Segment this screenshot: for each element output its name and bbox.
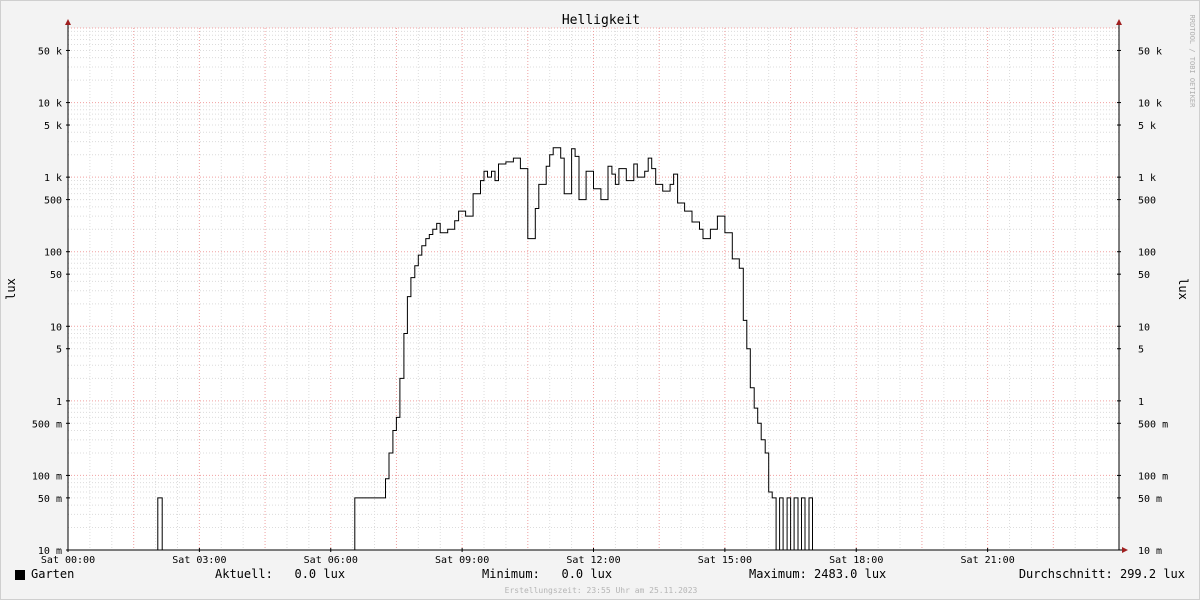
y-tick-label-right: 5	[1138, 345, 1144, 356]
y-tick-label-left: 5 k	[44, 121, 62, 132]
y-tick-label-right: 500 m	[1138, 419, 1168, 430]
y-tick-label-left: 10	[50, 322, 62, 333]
y-tick-label-left: 500	[44, 196, 62, 207]
y-tick-label-right: 50	[1138, 270, 1150, 281]
y-tick-label-right: 10 k	[1138, 99, 1162, 110]
y-tick-label-right: 50 k	[1138, 46, 1162, 57]
x-axis-arrow	[1122, 547, 1128, 553]
x-tick-label: Sat 12:00	[566, 555, 620, 566]
y-tick-label-left: 1	[56, 397, 62, 408]
y-tick-label-left: 50	[50, 270, 62, 281]
y-axis-arrow-right	[1116, 19, 1122, 25]
legend-series-name: Garten	[31, 567, 75, 581]
y-tick-label-left: 10 k	[38, 99, 62, 110]
y-tick-label-right: 1 k	[1138, 173, 1156, 184]
x-tick-label: Sat 21:00	[961, 555, 1015, 566]
legend-swatch-garten	[15, 570, 25, 580]
x-tick-label: Sat 03:00	[172, 555, 226, 566]
x-ticks: Sat 00:00 Sat 03:00 Sat 06:00 Sat 09:00 Sat …	[41, 548, 1015, 566]
legend-minimum: Minimum: 0.0 lux	[482, 567, 613, 581]
y-tick-label-right: 50 m	[1138, 494, 1162, 505]
x-tick-label: Sat 18:00	[829, 555, 883, 566]
legend: Garten Aktuell: 0.0 lux Minimum: 0.0 lux…	[1, 567, 1200, 585]
y-tick-label-left: 1 k	[44, 173, 62, 184]
x-tick-label: Sat 06:00	[304, 555, 358, 566]
y-axis-arrow-left	[65, 19, 71, 25]
x-tick-label: Sat 09:00	[435, 555, 489, 566]
y-tick-label-right: 100	[1138, 248, 1156, 259]
y-axis-label-right: lux	[1176, 278, 1190, 300]
creation-timestamp: Erstellungszeit: 23:55 Uhr am 25.11.2023	[504, 586, 698, 595]
chart-title: Helligkeit	[562, 13, 640, 28]
legend-maximum: Maximum: 2483.0 lux	[749, 567, 887, 581]
y-tick-label-right: 1	[1138, 397, 1144, 408]
y-ticks-left: 10 m50 m100 m500 m1510501005001 k5 k10 k…	[32, 46, 70, 557]
y-tick-label-left: 500 m	[32, 419, 62, 430]
chart-frame: 10 m 50 m 100 m 500 m 1 5 10 50 100 500 1 k 5 k 10 k…	[0, 0, 1200, 600]
y-tick-label-right: 500	[1138, 196, 1156, 207]
y-tick-label-right: 100 m	[1138, 471, 1168, 482]
legend-current: Aktuell: 0.0 lux	[215, 567, 346, 581]
y-tick-label-left: 5	[56, 345, 62, 356]
y-tick-label-right: 10 m	[1138, 546, 1162, 557]
y-tick-label-left: 100	[44, 248, 62, 259]
x-tick-label: Sat 00:00	[41, 555, 95, 566]
y-tick-label-right: 10	[1138, 322, 1150, 333]
x-tick-label: Sat 15:00	[698, 555, 752, 566]
y-tick-label-left: 50 m	[38, 494, 62, 505]
y-axis-label-left: lux	[4, 278, 18, 300]
y-ticks-right: 10 m 50 m 100 m 500 m 1 5 10 50 100 500 1 k 5 k 10 k…	[1117, 46, 1168, 557]
legend-average: Durchschnitt: 299.2 lux	[1018, 567, 1185, 581]
y-tick-label-left: 100 m	[32, 471, 62, 482]
rrdtool-watermark: RRDTOOL / TOBI OETIKER	[1188, 15, 1196, 109]
brightness-chart: 10 m 50 m 100 m 500 m 1 5 10 50 100 500 1 k 5 k 10 k…	[4, 13, 1196, 566]
y-tick-label-right: 5 k	[1138, 121, 1156, 132]
y-tick-label-left: 50 k	[38, 46, 62, 57]
